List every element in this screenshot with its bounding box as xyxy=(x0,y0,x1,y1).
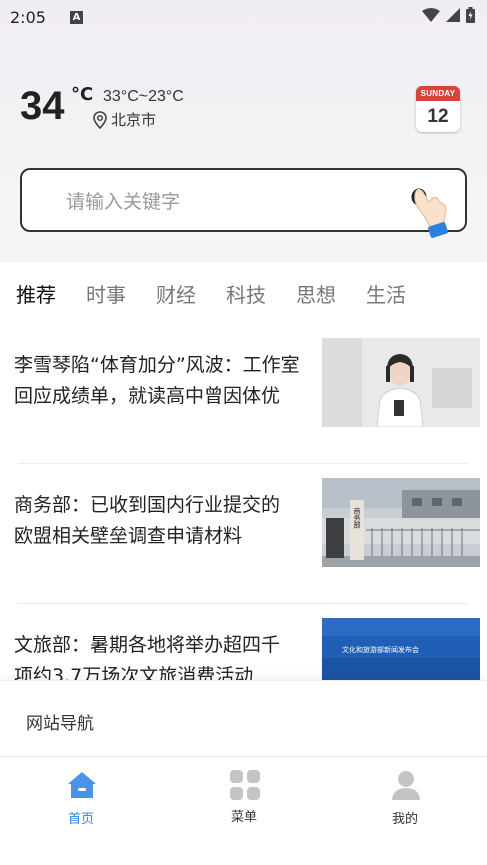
tab-life[interactable]: 生活 xyxy=(366,279,406,308)
news-item[interactable]: 商务部：已收到国内行业提交的 欧盟相关壁垒调查申请材料 商务部 xyxy=(0,464,487,604)
tab-technology[interactable]: 科技 xyxy=(226,279,266,308)
menu-grid-icon xyxy=(230,770,260,800)
city-name: 北京市 xyxy=(111,111,157,129)
status-bar: 2:05 A xyxy=(0,0,487,34)
status-icons xyxy=(422,7,475,23)
temperature-unit: °C xyxy=(71,84,94,105)
category-tabs: 推荐 时事 财经 科技 思想 生活 xyxy=(0,262,487,324)
temperature-range: 33°C~23°C xyxy=(103,88,184,105)
news-thumbnail: 文化和旅游部新闻发布会 xyxy=(322,618,480,680)
tab-current-affairs[interactable]: 时事 xyxy=(86,279,126,308)
news-thumbnail: 商务部 xyxy=(322,478,480,567)
news-list: 李雪琴陷“体育加分”风波：工作室 回应成绩单，就读高中曾因体优 商务部：已收到国… xyxy=(0,324,487,680)
location: 北京市 xyxy=(93,109,156,130)
calendar-weekday: SUNDAY xyxy=(416,86,460,101)
news-item[interactable]: 李雪琴陷“体育加分”风波：工作室 回应成绩单，就读高中曾因体优 xyxy=(0,324,487,464)
tap-hand-icon xyxy=(411,188,448,238)
news-title-line: 李雪琴陷“体育加分”风波：工作室 xyxy=(14,354,300,376)
tab-thought[interactable]: 思想 xyxy=(296,279,336,308)
nav-menu[interactable]: 菜单 xyxy=(184,757,304,837)
signal-icon xyxy=(446,8,460,22)
news-title-line: 文旅部：暑期各地将举办超四千 xyxy=(14,634,281,656)
search-input[interactable]: 请输入关键字 xyxy=(20,168,467,238)
search-placeholder: 请输入关键字 xyxy=(66,190,181,213)
site-navigation-bar[interactable]: 网站导航 xyxy=(0,680,487,756)
battery-icon xyxy=(466,7,475,23)
news-title-line: 项约3.7万场次文旅消费活动 xyxy=(14,665,254,680)
nav-home-label: 首页 xyxy=(67,812,94,827)
nav-home[interactable]: 首页 xyxy=(21,757,141,837)
tab-recommended[interactable]: 推荐 xyxy=(16,279,56,308)
banner-text: 文化和旅游部新闻发布会 xyxy=(342,645,419,654)
news-title: 商务部：已收到国内行业提交的 欧盟相关壁垒调查申请材料 xyxy=(14,490,324,552)
nav-menu-label: 菜单 xyxy=(230,810,257,825)
nav-mine[interactable]: 我的 xyxy=(345,757,465,837)
site-navigation-label: 网站导航 xyxy=(26,714,94,734)
nav-mine-label: 我的 xyxy=(391,812,418,827)
home-icon xyxy=(68,772,96,798)
news-title: 文旅部：暑期各地将举办超四千 项约3.7万场次文旅消费活动 xyxy=(14,630,324,680)
notification-icon: A xyxy=(69,10,83,24)
news-thumbnail xyxy=(322,338,480,427)
news-title-line: 欧盟相关壁垒调查申请材料 xyxy=(14,525,243,547)
news-item[interactable]: 文旅部：暑期各地将举办超四千 项约3.7万场次文旅消费活动 文化和旅游部新闻发布… xyxy=(0,604,487,680)
calendar-icon[interactable]: SUNDAY 12 xyxy=(416,86,460,132)
location-pin-icon xyxy=(93,110,107,129)
sign-text: 商务部 xyxy=(353,507,361,530)
news-title-line: 回应成绩单，就读高中曾因体优 xyxy=(14,385,281,407)
status-time: 2:05 xyxy=(10,7,46,27)
calendar-day: 12 xyxy=(427,106,449,127)
current-temperature: 34 xyxy=(20,84,65,128)
bottom-navigation: 首页 菜单 我的 xyxy=(0,756,487,865)
tab-finance[interactable]: 财经 xyxy=(156,279,196,308)
news-title-line: 商务部：已收到国内行业提交的 xyxy=(14,494,281,516)
news-title: 李雪琴陷“体育加分”风波：工作室 回应成绩单，就读高中曾因体优 xyxy=(14,350,324,412)
wifi-icon xyxy=(422,8,440,22)
user-icon xyxy=(392,771,420,800)
